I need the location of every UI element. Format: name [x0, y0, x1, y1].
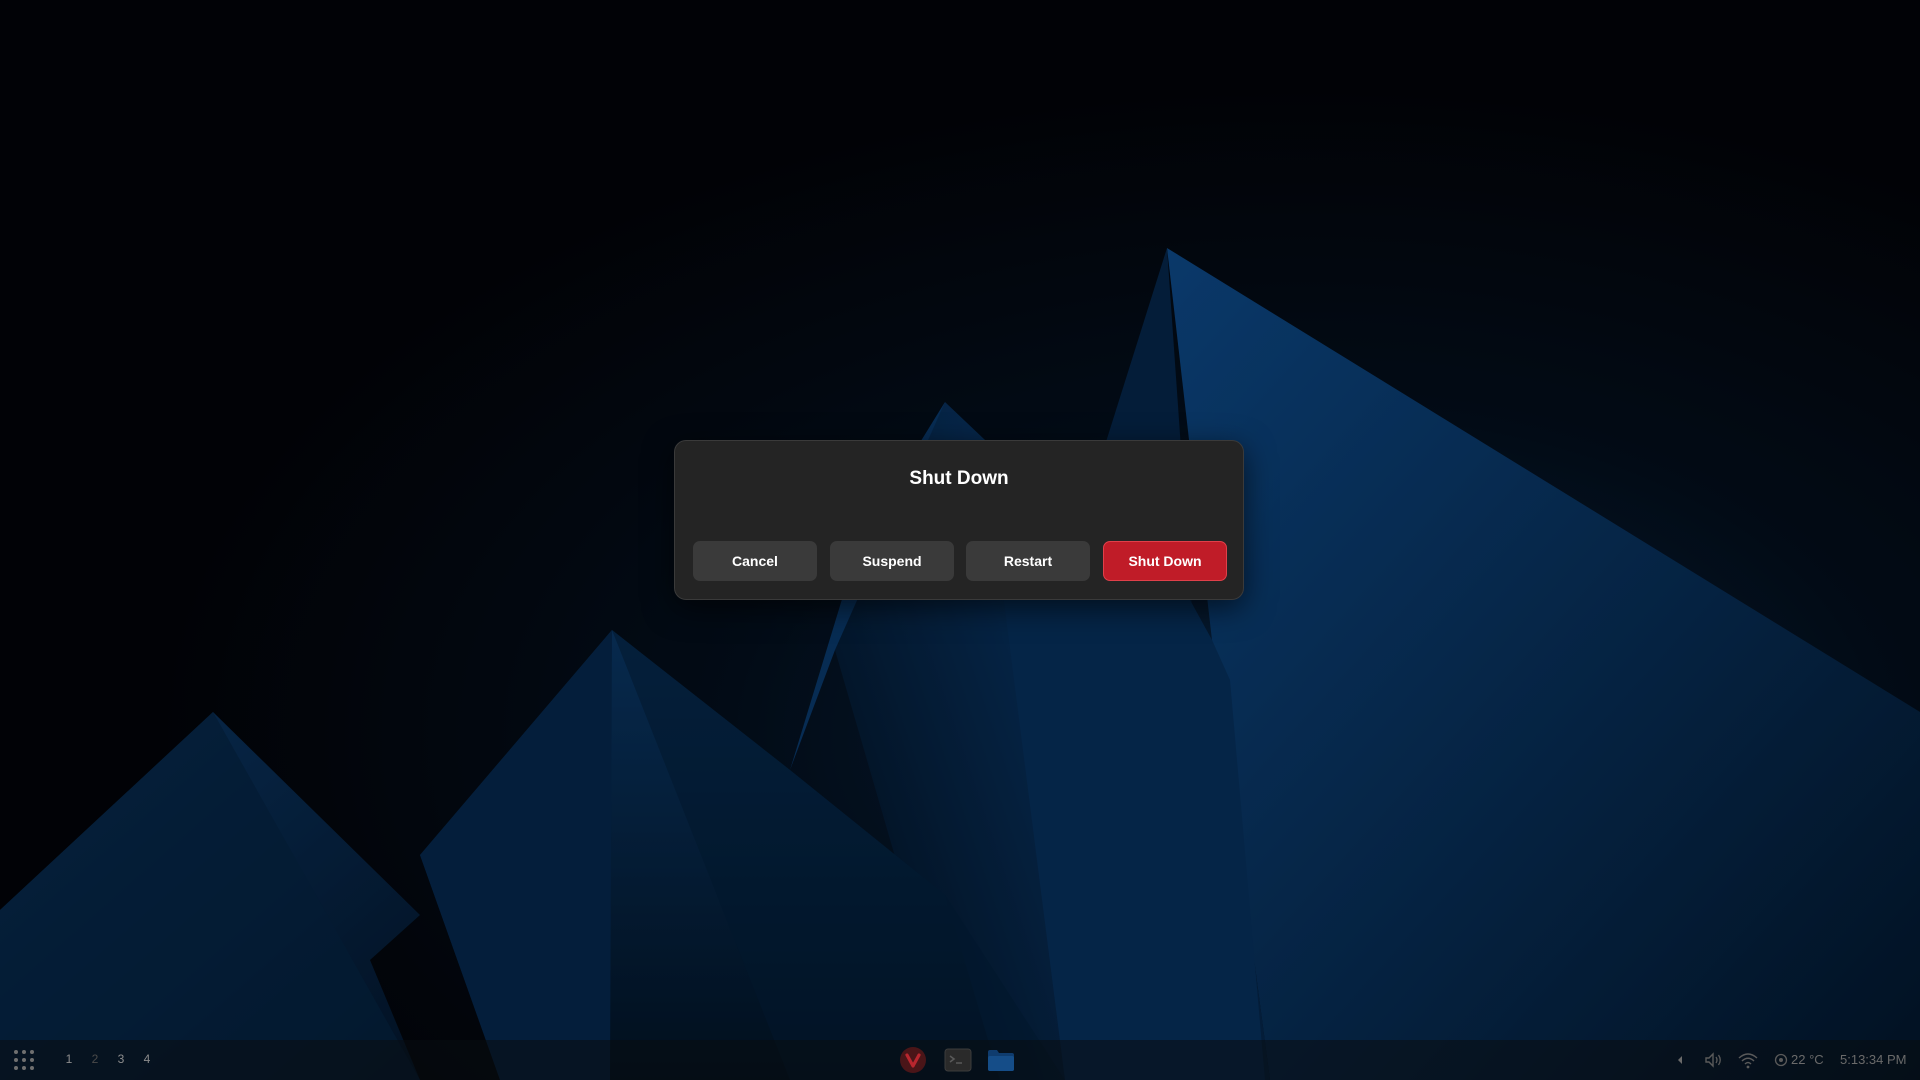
desktop: Shut Down Cancel Suspend Restart Shut Do…: [0, 0, 1920, 1080]
app-grid-icon[interactable]: [13, 1049, 35, 1071]
suspend-button[interactable]: Suspend: [830, 541, 954, 581]
wifi-icon[interactable]: [1737, 1050, 1759, 1070]
terminal-icon[interactable]: [943, 1045, 973, 1075]
shutdown-dialog: Shut Down Cancel Suspend Restart Shut Do…: [674, 440, 1244, 600]
volume-icon[interactable]: [1703, 1050, 1725, 1070]
clock[interactable]: 5:13:34 PM: [1840, 1052, 1907, 1067]
cancel-button[interactable]: Cancel: [693, 541, 817, 581]
shutdown-button[interactable]: Shut Down: [1103, 541, 1227, 581]
folder-icon[interactable]: [986, 1045, 1016, 1075]
weather-sun-icon: [1774, 1053, 1788, 1067]
taskbar: 1 2 3 4 22 °C 5:13:34 PM: [0, 1040, 1920, 1080]
workspace-1[interactable]: 1: [62, 1052, 76, 1066]
workspace-4[interactable]: 4: [140, 1052, 154, 1066]
temperature-readout[interactable]: 22 °C: [1791, 1052, 1824, 1067]
workspace-3[interactable]: 3: [114, 1052, 128, 1066]
chevron-left-icon[interactable]: [1674, 1050, 1686, 1070]
dialog-title: Shut Down: [909, 468, 1009, 489]
vivaldi-icon[interactable]: [898, 1045, 928, 1075]
restart-button[interactable]: Restart: [966, 541, 1090, 581]
workspace-2[interactable]: 2: [88, 1052, 102, 1066]
